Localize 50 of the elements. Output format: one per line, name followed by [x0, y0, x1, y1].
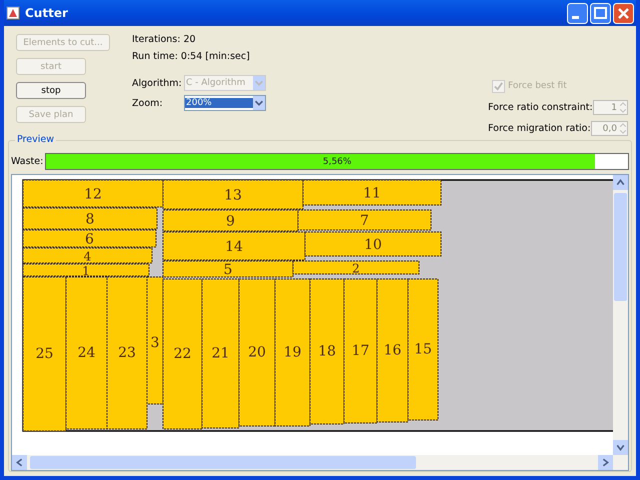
piece-number: 15 [414, 342, 432, 358]
scroll-left-icon[interactable] [12, 455, 27, 470]
piece-number: 22 [174, 346, 192, 362]
piece-number: 20 [248, 344, 266, 360]
piece-number: 11 [363, 186, 381, 202]
waste-label: Waste: [11, 156, 44, 167]
scroll-up-icon[interactable] [613, 175, 628, 190]
spinner-label: Force ratio constraint: [488, 102, 593, 113]
combo-label: Zoom: [132, 98, 164, 108]
piece-number: 10 [364, 237, 382, 253]
waste-reading: 5,56% [322, 156, 352, 166]
vertical-scrollbar[interactable] [613, 175, 628, 455]
piece-number: 1 [82, 264, 90, 278]
piece-number: 8 [86, 212, 94, 228]
group-title: Preview [15, 134, 56, 145]
piece-number: 24 [78, 345, 96, 361]
piece-number: 16 [384, 342, 402, 358]
piece-number: 9 [226, 214, 235, 230]
stat-text: Iterations: 20 [132, 33, 197, 47]
checkbox-label: Force best fit [508, 81, 567, 91]
scroll-right-icon[interactable] [598, 455, 613, 470]
close-icon[interactable] [613, 2, 634, 24]
piece-number: 3 [150, 335, 160, 351]
scroll-thumb[interactable] [614, 193, 627, 301]
action-button[interactable]: stop [16, 82, 86, 99]
minimize-icon[interactable] [567, 2, 588, 24]
spinner-label: Force migration ratio: [488, 123, 591, 134]
piece-number: 12 [84, 186, 102, 202]
combo-label: Algorithm: [132, 78, 183, 88]
window-title: Cutter [25, 6, 68, 20]
piece-number: 25 [36, 346, 54, 362]
piece-number: 17 [352, 343, 370, 359]
piece-number: 19 [284, 344, 302, 360]
piece-number: 4 [84, 250, 92, 264]
piece-number: 6 [85, 232, 94, 248]
scroll-thumb[interactable] [30, 456, 416, 469]
piece-number: 21 [212, 346, 230, 362]
piece-number: 2 [352, 262, 360, 276]
piece-number: 14 [225, 239, 243, 255]
app-icon [6, 6, 20, 20]
piece-number: 5 [224, 262, 232, 278]
scroll-down-icon[interactable] [613, 440, 628, 455]
piece-number: 18 [318, 344, 336, 360]
maximize-icon[interactable] [590, 2, 611, 24]
stat-text: Run time: 0:54 [min:sec] [132, 50, 251, 64]
dropdown[interactable]: 200% [184, 95, 266, 111]
piece-number: 13 [224, 188, 242, 204]
piece-number: 23 [118, 345, 136, 361]
piece-number: 7 [360, 213, 369, 229]
horizontal-scrollbar[interactable] [12, 455, 628, 470]
